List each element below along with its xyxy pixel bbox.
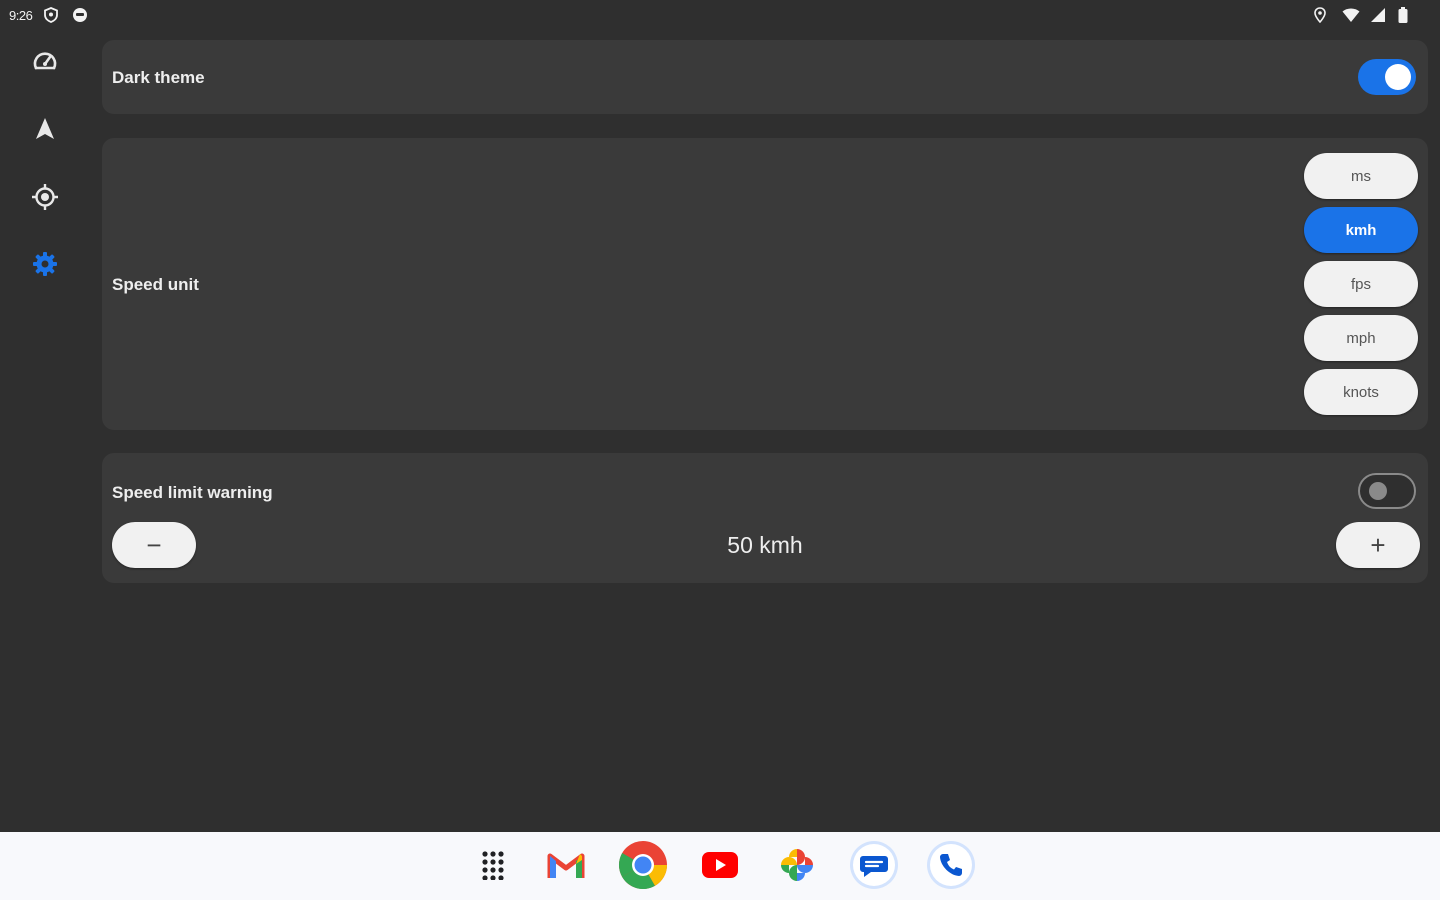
gmail-icon <box>547 850 585 885</box>
chrome-app[interactable] <box>618 840 668 895</box>
dark-theme-toggle[interactable] <box>1358 59 1416 95</box>
app-drawer-icon <box>481 850 511 885</box>
messages-app[interactable] <box>849 840 899 895</box>
notification-icon <box>72 7 88 23</box>
battery-icon <box>1398 7 1414 23</box>
phone-app[interactable] <box>926 840 976 895</box>
nav-speedometer[interactable] <box>27 46 63 82</box>
location-icon <box>1314 7 1330 24</box>
nav-navigation[interactable] <box>27 113 63 149</box>
nav-location[interactable] <box>27 181 63 217</box>
messages-icon <box>849 840 899 895</box>
speed-limit-value: 50 kmh <box>727 532 803 558</box>
shield-icon <box>44 7 60 23</box>
status-left: 9:26 <box>9 7 88 23</box>
speed-unit-card: Speed unit ms kmh fps mph knots <box>102 138 1428 430</box>
speed-limit-toggle[interactable] <box>1358 473 1416 509</box>
status-time: 9:26 <box>9 7 33 23</box>
youtube-app[interactable] <box>695 842 745 892</box>
unit-option-mph[interactable]: mph <box>1304 315 1418 361</box>
unit-option-ms[interactable]: ms <box>1304 153 1418 199</box>
toggle-knob <box>1385 64 1411 90</box>
phone-icon <box>926 840 976 895</box>
photos-app[interactable] <box>772 842 822 892</box>
toggle-knob <box>1369 482 1387 500</box>
signal-icon <box>1370 7 1386 23</box>
unit-option-kmh[interactable]: kmh <box>1304 207 1418 253</box>
dark-theme-card: Dark theme <box>102 40 1428 114</box>
increment-button[interactable]: + <box>1336 522 1420 568</box>
nav-rail <box>0 30 90 830</box>
app-drawer-button[interactable] <box>471 842 521 892</box>
taskbar-dock <box>0 832 1440 900</box>
nav-settings[interactable] <box>27 248 63 284</box>
speed-limit-label: Speed limit warning <box>112 483 273 502</box>
unit-option-fps[interactable]: fps <box>1304 261 1418 307</box>
status-right <box>1314 7 1414 24</box>
dark-theme-label: Dark theme <box>112 68 205 87</box>
gps-location-icon <box>31 183 59 216</box>
navigation-arrow-icon <box>34 116 56 147</box>
status-bar: 9:26 <box>0 0 1440 30</box>
speed-limit-card: Speed limit warning − 50 kmh + <box>102 453 1428 583</box>
speedometer-icon <box>32 49 58 80</box>
photos-icon <box>777 845 817 890</box>
wifi-icon <box>1342 7 1360 23</box>
unit-option-knots[interactable]: knots <box>1304 369 1418 415</box>
gmail-app[interactable] <box>541 842 591 892</box>
speed-unit-label: Speed unit <box>112 275 199 294</box>
chrome-icon <box>618 840 668 895</box>
gear-icon <box>32 251 58 282</box>
youtube-icon <box>701 851 739 884</box>
